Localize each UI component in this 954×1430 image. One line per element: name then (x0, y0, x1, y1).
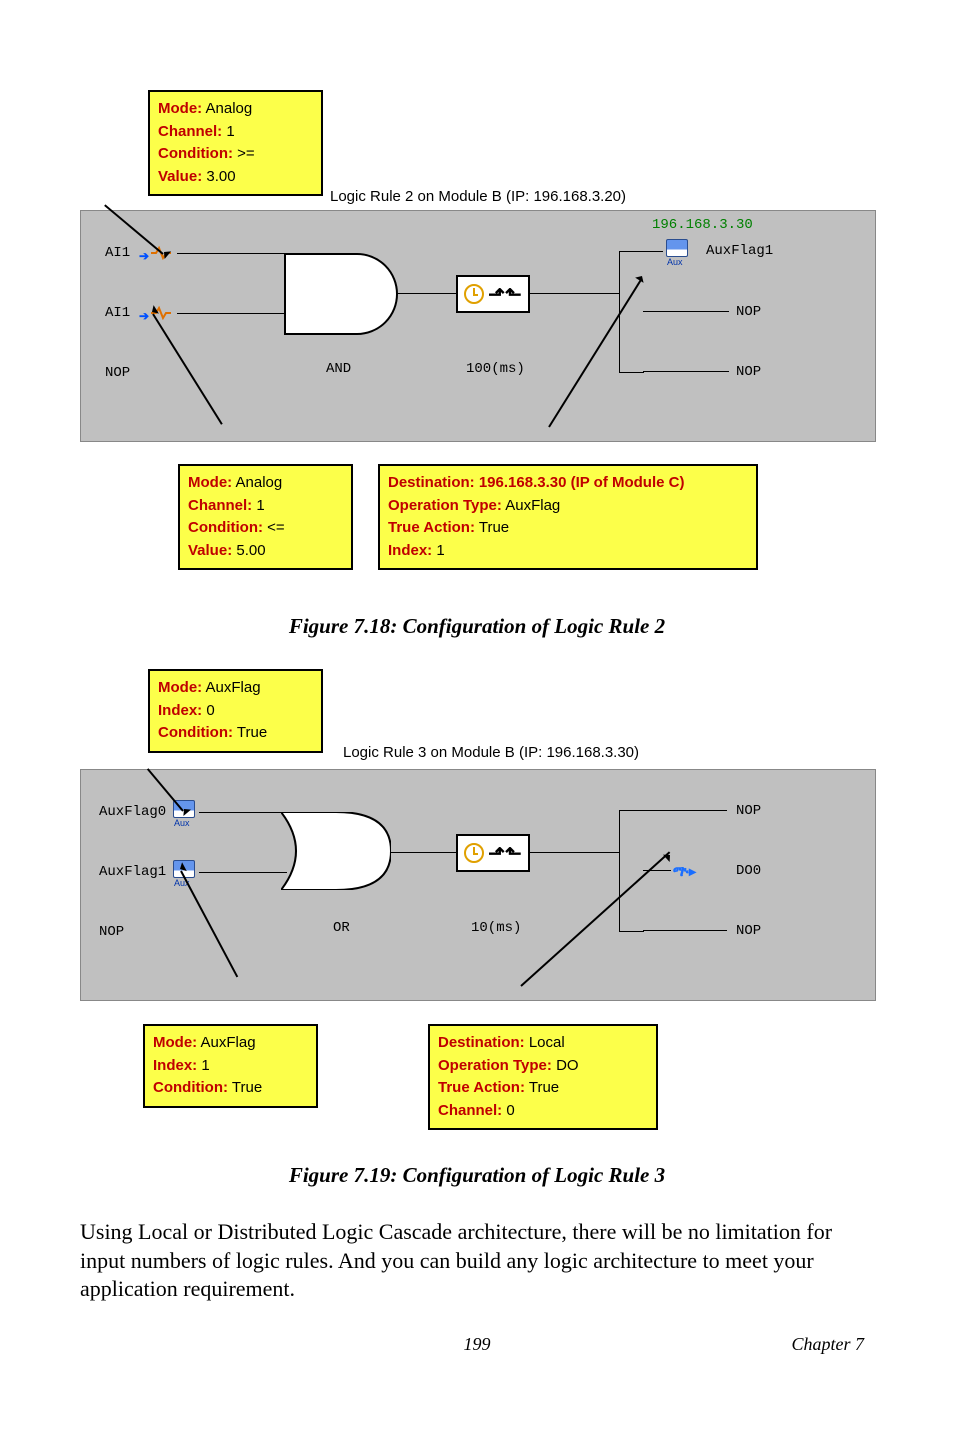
value: AuxFlag (197, 1034, 255, 1051)
label: Index: (388, 542, 432, 559)
figure-7-18: Mode: Analog Channel: 1 Condition: >= Va… (80, 90, 874, 600)
label: Index: (158, 702, 202, 719)
logic-diagram: AuxFlag0 AuxFlag1 NOP OR ⬏⬑ 10(ms) ᎁ▸ NO… (80, 769, 876, 1001)
label: Value: (158, 168, 202, 185)
label: Destination: (438, 1034, 525, 1051)
label: Condition: (188, 519, 263, 536)
value: AuxFlag (202, 679, 260, 696)
value: 1 (432, 542, 445, 559)
label: True Action: (438, 1079, 525, 1096)
label: Channel: (438, 1102, 502, 1119)
delay-label: 10(ms) (471, 920, 521, 936)
step-icon: ⬏⬑ (488, 841, 521, 866)
value: Analog (232, 474, 282, 491)
output3-label: NOP (736, 364, 761, 380)
figure-7-19: Mode: AuxFlag Index: 0 Condition: True L… (80, 669, 874, 1149)
label: Condition: (158, 145, 233, 162)
value: True (475, 519, 509, 536)
logic-diagram: AI1 AI1 NOP ➔ ➔ AND ⬏⬑ 100(ms) (80, 210, 876, 442)
label: Condition: (153, 1079, 228, 1096)
value: 3.00 (202, 168, 235, 185)
value: <= (263, 519, 285, 536)
config-box-input2: Mode: AuxFlag Index: 1 Condition: True (143, 1024, 318, 1108)
label: Operation Type: (388, 497, 502, 514)
output1-label: NOP (736, 803, 761, 819)
chapter-label: Chapter 7 (606, 1334, 864, 1355)
input2-label: AI1 (105, 305, 130, 321)
page-number: 199 (348, 1334, 606, 1355)
gate-label: AND (326, 361, 351, 377)
and-gate (284, 253, 398, 335)
do-icon: ᎁ▸ (673, 862, 696, 881)
output-ip: 196.168.3.30 (652, 217, 753, 233)
label: Index: (153, 1057, 197, 1074)
label: Destination: (388, 474, 479, 491)
value: 1 (197, 1057, 210, 1074)
clock-icon (464, 843, 484, 863)
figure-caption: Figure 7.19: Configuration of Logic Rule… (80, 1163, 874, 1188)
input1-label: AI1 (105, 245, 130, 261)
value: Analog (202, 100, 252, 117)
value: True (228, 1079, 262, 1096)
label: Condition: (158, 724, 233, 741)
output1-label: AuxFlag1 (706, 243, 773, 259)
arrow-icon: ➔ (139, 249, 149, 263)
label: Operation Type: (438, 1057, 552, 1074)
label: Mode: (153, 1034, 197, 1051)
value: 0 (202, 702, 215, 719)
label: Mode: (188, 474, 232, 491)
value: AuxFlag (502, 497, 560, 514)
page-footer: 199 Chapter 7 (80, 1334, 874, 1355)
diagram-title: Logic Rule 2 on Module B (IP: 196.168.3.… (330, 188, 626, 205)
config-box-output: Destination: Local Operation Type: DO Tr… (428, 1024, 658, 1130)
value: True (525, 1079, 559, 1096)
figure-caption: Figure 7.18: Configuration of Logic Rule… (80, 614, 874, 639)
step-icon: ⬏⬑ (488, 282, 521, 307)
output3-label: NOP (736, 923, 761, 939)
value: Local (525, 1034, 565, 1051)
value: 5.00 (232, 542, 265, 559)
config-box-input1: Mode: Analog Channel: 1 Condition: >= Va… (148, 90, 323, 196)
paragraph-text: Using Local or Distributed Logic Cascade… (80, 1218, 874, 1304)
label: Mode: (158, 100, 202, 117)
input1-label: AuxFlag0 (99, 804, 166, 820)
label: Value: (188, 542, 232, 559)
input2-label: AuxFlag1 (99, 864, 166, 880)
config-box-input1: Mode: AuxFlag Index: 0 Condition: True (148, 669, 323, 753)
value: DO (552, 1057, 579, 1074)
value: True (233, 724, 267, 741)
value: 0 (502, 1102, 515, 1119)
output2-label: DO0 (736, 863, 761, 879)
value: >= (233, 145, 255, 162)
value: 1 (252, 497, 265, 514)
label: Mode: (158, 679, 202, 696)
clock-icon (464, 284, 484, 304)
input3-label: NOP (99, 924, 124, 940)
value: 1 (222, 123, 235, 140)
split (619, 810, 644, 932)
config-box-output: Destination: 196.168.3.30 (IP of Module … (378, 464, 758, 570)
delay-block: ⬏⬑ (456, 275, 530, 313)
input3-label: NOP (105, 365, 130, 381)
or-gate (281, 812, 391, 890)
delay-label: 100(ms) (466, 361, 525, 377)
config-box-input2: Mode: Analog Channel: 1 Condition: <= Va… (178, 464, 353, 570)
gate-label: OR (333, 920, 350, 936)
label: Channel: (188, 497, 252, 514)
output2-label: NOP (736, 304, 761, 320)
label: Channel: (158, 123, 222, 140)
value: 196.168.3.30 (IP of Module C) (479, 474, 685, 491)
delay-block: ⬏⬑ (456, 834, 530, 872)
diagram-title: Logic Rule 3 on Module B (IP: 196.168.3.… (343, 744, 639, 761)
aux-icon (666, 239, 688, 257)
label: True Action: (388, 519, 475, 536)
